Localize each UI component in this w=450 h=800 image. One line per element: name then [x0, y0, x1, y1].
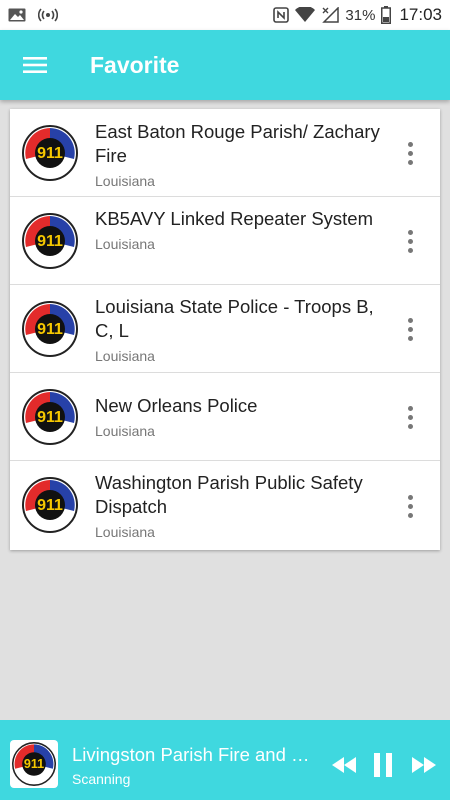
favorites-list: 911 East Baton Rouge Parish/ Zachary Fir… [10, 109, 440, 550]
fast-forward-button[interactable] [410, 750, 438, 780]
svg-text:911: 911 [37, 321, 63, 338]
more-options-icon[interactable] [400, 491, 420, 521]
radio-broadcast-icon [38, 8, 58, 22]
rewind-button[interactable] [330, 750, 358, 780]
list-item-text: New Orleans Police Louisiana [95, 394, 390, 439]
list-item[interactable]: 911 KB5AVY Linked Repeater System Louisi… [10, 197, 440, 285]
list-item-title: Washington Parish Public Safety Dispatch [95, 472, 363, 517]
911-dispatch-logo-icon: 911 [22, 125, 78, 181]
911-dispatch-logo-icon: 911 [22, 213, 78, 269]
app-bar: Favorite [0, 30, 450, 100]
svg-text:911: 911 [37, 497, 63, 514]
911-dispatch-logo-icon: 911 [22, 389, 78, 445]
clock: 17:03 [399, 5, 442, 24]
list-item[interactable]: 911 East Baton Rouge Parish/ Zachary Fir… [10, 109, 440, 197]
status-bar: 31% 17:03 [0, 0, 450, 30]
menu-button[interactable] [0, 30, 70, 100]
more-options-icon[interactable] [400, 138, 420, 168]
list-item[interactable]: 911 Louisiana State Police - Troops B, C… [10, 285, 440, 373]
svg-text:911: 911 [37, 233, 63, 250]
list-item-text: KB5AVY Linked Repeater System Louisiana [95, 207, 390, 252]
hamburger-menu-icon [23, 57, 47, 73]
list-item-subtitle: Louisiana [95, 173, 155, 189]
911-dispatch-logo-icon: 911 [12, 742, 56, 786]
list-item-title: East Baton Rouge Parish/ Zachary Fire [95, 121, 380, 166]
rewind-icon [332, 757, 356, 773]
battery-percent: 31% [345, 6, 376, 24]
more-options-icon[interactable] [400, 402, 420, 432]
more-options-icon[interactable] [400, 314, 420, 344]
now-playing-title: Livingston Parish Fire and … [72, 744, 310, 765]
pause-button[interactable] [372, 750, 394, 780]
svg-text:911: 911 [37, 145, 63, 162]
player-content: 911 Livingston Parish Fire and … Scannin… [0, 730, 450, 800]
nfc-icon [273, 7, 290, 23]
list-item-subtitle: Louisiana [95, 236, 155, 252]
battery-icon [381, 6, 392, 24]
status-right: 31% 17:03 [273, 5, 442, 25]
svg-text:911: 911 [37, 409, 63, 426]
911-dispatch-logo-icon: 911 [22, 301, 78, 357]
list-item-text: Louisiana State Police - Troops B, C, L … [95, 295, 390, 364]
now-playing-status: Scanning [72, 771, 131, 787]
911-dispatch-logo-icon: 911 [22, 477, 78, 533]
list-item-text: Washington Parish Public Safety Dispatch… [95, 471, 390, 540]
more-options-icon[interactable] [400, 226, 420, 256]
page-title: Favorite [90, 51, 180, 78]
list-item-subtitle: Louisiana [95, 348, 155, 364]
status-left [8, 8, 58, 22]
image-icon [8, 8, 26, 22]
list-item-text: East Baton Rouge Parish/ Zachary Fire Lo… [95, 120, 390, 189]
list-item-title: New Orleans Police [95, 395, 258, 416]
wifi-icon [295, 7, 316, 23]
fast-forward-icon [412, 757, 436, 773]
list-item-subtitle: Louisiana [95, 423, 155, 439]
list-item[interactable]: 911 Washington Parish Public Safety Disp… [10, 461, 440, 550]
pause-icon [374, 753, 392, 777]
list-item[interactable]: 911 New Orleans Police Louisiana [10, 373, 440, 461]
svg-text:911: 911 [24, 757, 44, 771]
signal-off-icon [321, 7, 340, 23]
now-playing-bar[interactable]: 911 Livingston Parish Fire and … Scannin… [0, 720, 450, 800]
list-item-title: Louisiana State Police - Troops B, C, L [95, 296, 374, 341]
list-item-title: KB5AVY Linked Repeater System [95, 208, 373, 229]
list-item-subtitle: Louisiana [95, 524, 155, 540]
now-playing-artwork: 911 [10, 740, 58, 788]
